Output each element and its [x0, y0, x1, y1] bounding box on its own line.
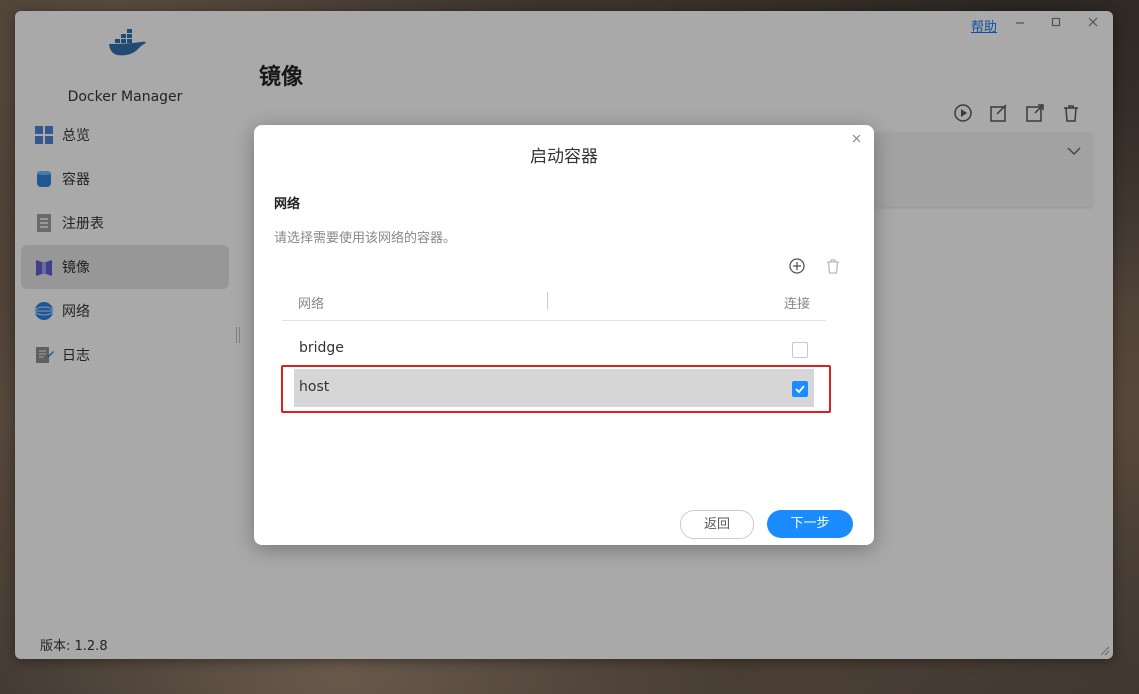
next-button[interactable]: 下一步 — [767, 510, 853, 538]
back-button[interactable]: 返回 — [680, 510, 754, 539]
network-table: 网络 连接 bridge host — [282, 285, 826, 407]
close-icon[interactable] — [852, 131, 861, 147]
dialog-title: 启动容器 — [530, 147, 598, 167]
section-description: 请选择需要使用该网络的容器。 — [274, 231, 457, 246]
highlight-annotation — [281, 365, 831, 413]
network-name: bridge — [299, 340, 344, 356]
column-divider[interactable] — [547, 292, 548, 310]
table-header: 网络 连接 — [282, 285, 826, 321]
trash-icon[interactable] — [824, 257, 842, 275]
start-container-dialog: 启动容器 网络 请选择需要使用该网络的容器。 网络 连接 bridge host… — [254, 125, 874, 545]
connect-checkbox-bridge[interactable] — [792, 342, 808, 358]
column-header-network[interactable]: 网络 — [298, 293, 324, 312]
section-title: 网络 — [274, 197, 301, 212]
column-header-connect[interactable]: 连接 — [784, 293, 810, 312]
table-row-bridge[interactable]: bridge — [294, 330, 814, 368]
add-icon[interactable] — [788, 257, 806, 275]
